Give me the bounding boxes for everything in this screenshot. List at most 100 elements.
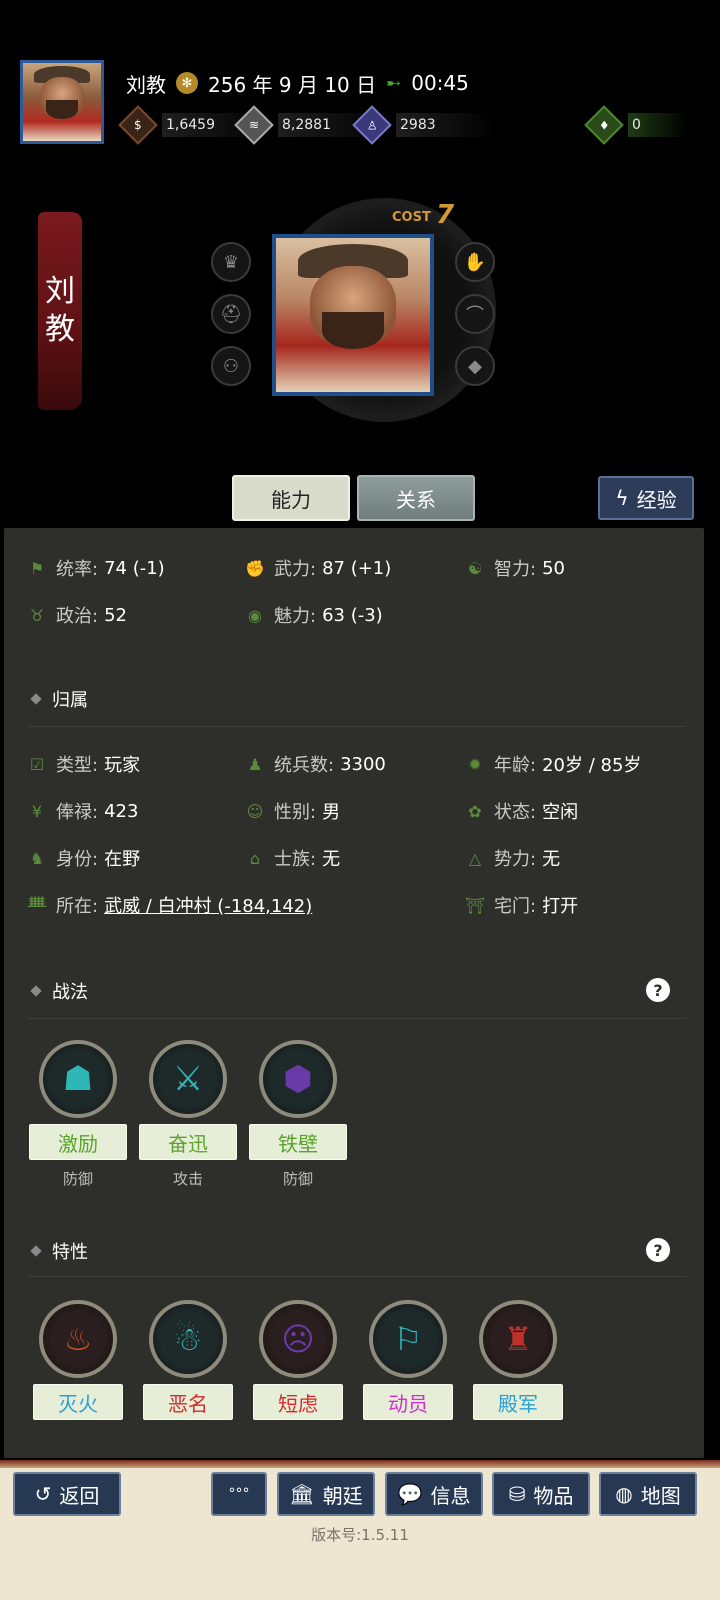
chess-icon: ♞ xyxy=(29,848,45,868)
mountain-icon: △ xyxy=(468,848,482,868)
info-clan: ⌂ 士族: 无 xyxy=(244,844,340,872)
info-troops: ♟ 统兵数: 3300 xyxy=(244,750,386,778)
info-salary: ¥ 俸禄: 423 xyxy=(26,797,139,825)
fire-icon: ♨ xyxy=(39,1300,117,1378)
stat-force: ✊ 武力: 87 (+1) xyxy=(245,557,392,581)
character-portrait[interactable] xyxy=(272,234,434,396)
palace-icon: 🏛 xyxy=(289,1482,315,1506)
armor-icon: ♜ xyxy=(479,1300,557,1378)
trait-label: 动员 xyxy=(363,1384,453,1420)
mount-slot-icon[interactable]: ⚇ xyxy=(211,346,251,386)
avatar-beard xyxy=(46,100,78,120)
hat-slot-icon[interactable]: ⌒ xyxy=(455,294,495,334)
soldier-icon: ♙ xyxy=(352,105,392,145)
divider xyxy=(28,1018,686,1019)
trait-label: 短虑 xyxy=(253,1384,343,1420)
trait-label: 灭火 xyxy=(33,1384,123,1420)
diamond-icon xyxy=(30,693,42,705)
scholar-cap-slot-icon[interactable]: ◆ xyxy=(455,346,495,386)
house-icon: ⌂ xyxy=(249,848,261,868)
flag-icon: ⚑ xyxy=(29,558,45,578)
map-button[interactable]: ◍ 地图 xyxy=(599,1472,697,1516)
mask-icon: ☹ xyxy=(259,1300,337,1378)
trait-label: 恶名 xyxy=(143,1384,233,1420)
court-button[interactable]: 🏛 朝廷 xyxy=(277,1472,375,1516)
stat-charm: ◉ 魅力: 63 (-3) xyxy=(244,601,383,629)
game-date: 256 年 9 月 10 日 xyxy=(208,72,377,97)
trait-item[interactable]: ♨ 灭火 xyxy=(28,1300,128,1420)
tactic-label: 激励 xyxy=(29,1124,127,1160)
trait-item[interactable]: ⚐ 动员 xyxy=(358,1300,458,1420)
player-name: 刘教 xyxy=(126,72,166,97)
gate-icon: ⛩ xyxy=(464,895,486,915)
tactic-label: 铁壁 xyxy=(249,1124,347,1160)
more-button[interactable]: °°° xyxy=(211,1472,267,1516)
section-tactics: 战法 xyxy=(30,978,88,1004)
horse-icon: ➸ xyxy=(386,72,402,94)
traits-help-button[interactable]: ? xyxy=(646,1238,670,1262)
diamond-icon xyxy=(30,1245,42,1257)
info-panel[interactable]: ⚑ 统率: 74 (-1) ✊ 武力: 87 (+1) ☯ 智力: 50 ♉ 政… xyxy=(4,528,704,1458)
coin-icon: $ xyxy=(118,105,158,145)
grass-icon: ᚙ xyxy=(27,895,47,915)
brain-icon: ☯ xyxy=(467,558,483,578)
stat-intelligence: ☯ 智力: 50 xyxy=(464,554,565,582)
tactic-item[interactable]: ⬢ 铁壁 防御 xyxy=(248,1040,348,1189)
checkbox-icon: ☑ xyxy=(29,754,45,774)
experience-button[interactable]: ϟ 经验 xyxy=(598,476,694,520)
info-identity: ♞ 身份: 在野 xyxy=(26,844,140,872)
info-type: ☑ 类型: 玩家 xyxy=(26,750,140,778)
info-button[interactable]: 💬 信息 xyxy=(385,1472,483,1516)
section-affiliation: 归属 xyxy=(30,686,88,712)
trait-item[interactable]: ☃ 恶名 xyxy=(138,1300,238,1420)
gender-icon: ☺ xyxy=(246,801,264,821)
cost-value: 7 xyxy=(436,200,455,230)
cost-label: COST xyxy=(392,210,431,225)
tactics-help-button[interactable]: ? xyxy=(646,978,670,1002)
location-link[interactable]: 武威 / 白冲村 (-184,142) xyxy=(104,892,312,918)
tactic-label: 奋迅 xyxy=(139,1124,237,1160)
tactic-type: 防御 xyxy=(282,1170,313,1188)
lightning-icon: ϟ xyxy=(615,486,629,510)
info-age: ✹ 年龄: 20岁 / 85岁 xyxy=(464,750,641,778)
bag-icon: ♉ xyxy=(29,605,45,625)
items-button[interactable]: ⛁ 物品 xyxy=(492,1472,590,1516)
bottom-bar-trim xyxy=(0,1460,720,1468)
chat-icon: 💬 xyxy=(397,1482,423,1506)
info-gender: ☺ 性别: 男 xyxy=(244,797,340,825)
crown-slot-icon[interactable]: ♛ xyxy=(211,242,251,282)
banner-icon: ⚐ xyxy=(369,1300,447,1378)
version-label: 版本号:1.5.11 xyxy=(311,1526,409,1544)
resource-soldier[interactable]: ♙ 2983 xyxy=(352,105,496,145)
demon-icon: ☗ xyxy=(39,1040,117,1118)
portrait-beard xyxy=(322,311,384,349)
bag-icon: ⛁ xyxy=(508,1482,526,1506)
hooded-icon: ☃ xyxy=(149,1300,227,1378)
back-button[interactable]: ↺ 返回 xyxy=(13,1472,121,1516)
tab-relation[interactable]: 关系 xyxy=(357,475,475,521)
tactic-item[interactable]: ☗ 激励 防御 xyxy=(28,1040,128,1189)
game-time: 00:45 xyxy=(411,71,469,95)
fist-icon: ✊ xyxy=(245,558,265,578)
stat-command: ⚑ 统率: 74 (-1) xyxy=(26,554,165,582)
stat-politics: ♉ 政治: 52 xyxy=(26,601,127,629)
tactic-type: 防御 xyxy=(62,1170,93,1188)
resource-pouch[interactable]: ♦ 0 xyxy=(584,105,687,145)
section-traits: 特性 xyxy=(30,1238,88,1264)
info-status: ✿ 状态: 空闲 xyxy=(464,797,578,825)
tab-ability[interactable]: 能力 xyxy=(232,475,350,521)
pouch-icon: ♦ xyxy=(584,105,624,145)
divider xyxy=(28,1276,686,1277)
hand-slot-icon[interactable]: ✋ xyxy=(455,242,495,282)
crossed-swords-icon: ⚔ xyxy=(149,1040,227,1118)
status-icon: ✿ xyxy=(468,801,482,821)
trait-item[interactable]: ♜ 殿军 xyxy=(468,1300,568,1420)
info-location: ᚙ 所在: 武威 / 白冲村 (-184,142) xyxy=(26,891,313,919)
eye-icon: ◉ xyxy=(248,605,262,625)
helmet-slot-icon[interactable]: ⛑ xyxy=(211,294,251,334)
tactic-item[interactable]: ⚔ 奋迅 攻击 xyxy=(138,1040,238,1189)
trait-item[interactable]: ☹ 短虑 xyxy=(248,1300,348,1420)
info-faction: △ 势力: 无 xyxy=(464,844,560,872)
shield-icon: ⬢ xyxy=(259,1040,337,1118)
player-avatar[interactable] xyxy=(20,60,104,144)
